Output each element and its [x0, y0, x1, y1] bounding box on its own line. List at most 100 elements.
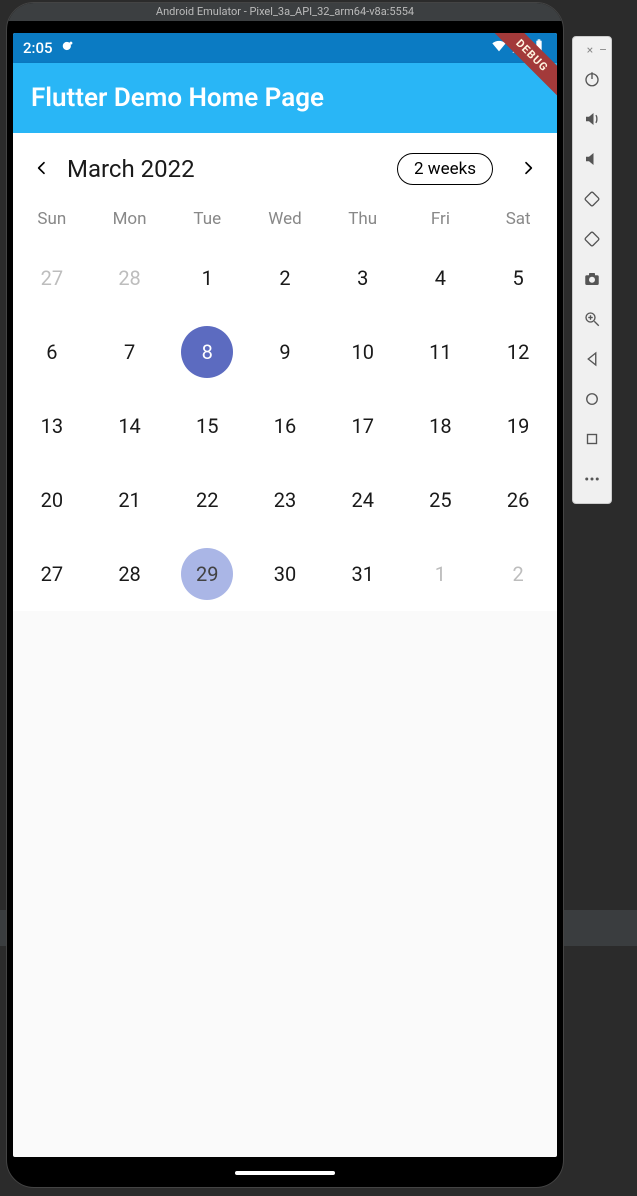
calendar-day[interactable]: 16	[246, 389, 324, 463]
calendar-day-label: 10	[337, 326, 389, 378]
calendar-day-label: 25	[414, 474, 466, 526]
calendar-day-label: 11	[414, 326, 466, 378]
calendar-day[interactable]: 4	[402, 241, 480, 315]
calendar-body: 2728123456789101112131415161718192021222…	[13, 241, 557, 611]
calendar-day-label: 28	[104, 252, 156, 304]
app-bar: Flutter Demo Home Page	[13, 63, 557, 133]
calendar-dow-row: SunMonTueWedThuFriSat	[13, 199, 557, 241]
calendar-day[interactable]: 20	[13, 463, 91, 537]
calendar-day-label: 24	[337, 474, 389, 526]
calendar-day-label: 12	[492, 326, 544, 378]
back-button[interactable]	[576, 339, 608, 379]
calendar-day-label: 21	[104, 474, 156, 526]
calendar-day-label: 13	[26, 400, 78, 452]
rotate-right-button[interactable]	[576, 219, 608, 259]
calendar-day[interactable]: 18	[402, 389, 480, 463]
calendar-day[interactable]: 15	[168, 389, 246, 463]
calendar-day[interactable]: 26	[479, 463, 557, 537]
calendar-day[interactable]: 19	[479, 389, 557, 463]
calendar-day-label: 27	[26, 548, 78, 600]
calendar-month-label: March 2022	[67, 155, 195, 183]
emulator-controls: × –	[572, 36, 612, 504]
calendar-day[interactable]: 21	[91, 463, 169, 537]
calendar-day[interactable]: 1	[168, 241, 246, 315]
calendar-day-label: 5	[492, 252, 544, 304]
volume-down-button[interactable]	[576, 139, 608, 179]
emulator-titlebar: Android Emulator - Pixel_3a_API_32_arm64…	[7, 3, 563, 21]
calendar-day-label: 2	[259, 252, 311, 304]
calendar-day[interactable]: 3	[324, 241, 402, 315]
camera-button[interactable]	[576, 259, 608, 299]
calendar-day[interactable]: 17	[324, 389, 402, 463]
power-button[interactable]	[576, 59, 608, 99]
status-left: 2:05	[23, 39, 75, 57]
calendar: March 2022 2 weeks SunMonTueWedThuFriSat…	[13, 133, 557, 611]
volume-up-button[interactable]	[576, 99, 608, 139]
calendar-day[interactable]: 10	[324, 315, 402, 389]
calendar-day[interactable]: 12	[479, 315, 557, 389]
calendar-day[interactable]: 27	[13, 537, 91, 611]
app-title: Flutter Demo Home Page	[31, 83, 324, 113]
calendar-day[interactable]: 31	[324, 537, 402, 611]
dow-label: Thu	[324, 199, 402, 241]
calendar-day-label: 1	[181, 252, 233, 304]
calendar-day-label: 17	[337, 400, 389, 452]
calendar-day[interactable]: 8	[168, 315, 246, 389]
calendar-day-label: 20	[26, 474, 78, 526]
calendar-week-row: 20 212223 24 2526	[13, 463, 557, 537]
calendar-day[interactable]: 6	[13, 315, 91, 389]
calendar-day-label: 18	[414, 400, 466, 452]
status-notification-icon	[61, 39, 75, 57]
calendar-day-label: 30	[259, 548, 311, 600]
calendar-day-label: 28	[104, 548, 156, 600]
calendar-day[interactable]: 13	[13, 389, 91, 463]
calendar-week-row: 2728 12345	[13, 241, 557, 315]
calendar-day-label: 2	[492, 548, 544, 600]
emulator-screen: 2:05 DEBUG Flutter Demo Home Page	[13, 33, 557, 1157]
calendar-day[interactable]: 29	[168, 537, 246, 611]
calendar-day-label: 8	[181, 326, 233, 378]
calendar-day-label: 15	[181, 400, 233, 452]
status-bar: 2:05	[13, 33, 557, 63]
calendar-day[interactable]: 28	[91, 537, 169, 611]
calendar-day-label: 29	[181, 548, 233, 600]
calendar-day[interactable]: 7	[91, 315, 169, 389]
dow-label: Mon	[91, 199, 169, 241]
calendar-day[interactable]: 2	[246, 241, 324, 315]
more-button[interactable]	[576, 459, 608, 499]
calendar-day[interactable]: 9	[246, 315, 324, 389]
calendar-day[interactable]: 27	[13, 241, 91, 315]
status-time: 2:05	[23, 39, 53, 57]
emulator-close-button[interactable]: ×	[587, 43, 593, 57]
calendar-format-button[interactable]: 2 weeks	[397, 153, 493, 185]
overview-button[interactable]	[576, 419, 608, 459]
calendar-day[interactable]: 22	[168, 463, 246, 537]
calendar-day[interactable]: 28	[91, 241, 169, 315]
calendar-week-row: 678910 11 12	[13, 315, 557, 389]
calendar-day[interactable]: 24	[324, 463, 402, 537]
calendar-day[interactable]: 30	[246, 537, 324, 611]
calendar-day-label: 23	[259, 474, 311, 526]
zoom-button[interactable]	[576, 299, 608, 339]
dow-label: Sat	[479, 199, 557, 241]
rotate-left-button[interactable]	[576, 179, 608, 219]
calendar-day[interactable]: 2	[479, 537, 557, 611]
calendar-day-label: 1	[414, 548, 466, 600]
calendar-day[interactable]: 23	[246, 463, 324, 537]
calendar-day[interactable]: 14	[91, 389, 169, 463]
calendar-day-label: 19	[492, 400, 544, 452]
calendar-day[interactable]: 1	[402, 537, 480, 611]
calendar-week-row: 1314151617 18 19	[13, 389, 557, 463]
calendar-day[interactable]: 11	[402, 315, 480, 389]
android-nav-handle[interactable]	[235, 1171, 335, 1175]
home-button[interactable]	[576, 379, 608, 419]
calendar-day[interactable]: 5	[479, 241, 557, 315]
calendar-day[interactable]: 25	[402, 463, 480, 537]
calendar-header: March 2022 2 weeks	[13, 133, 557, 199]
emulator-minimize-button[interactable]: –	[599, 43, 607, 57]
next-month-button[interactable]	[513, 157, 543, 181]
calendar-day-label: 7	[104, 326, 156, 378]
prev-month-button[interactable]	[27, 157, 57, 181]
calendar-week-row: 27 28 29 303112	[13, 537, 557, 611]
emulator-title-text: Android Emulator - Pixel_3a_API_32_arm64…	[156, 5, 414, 18]
